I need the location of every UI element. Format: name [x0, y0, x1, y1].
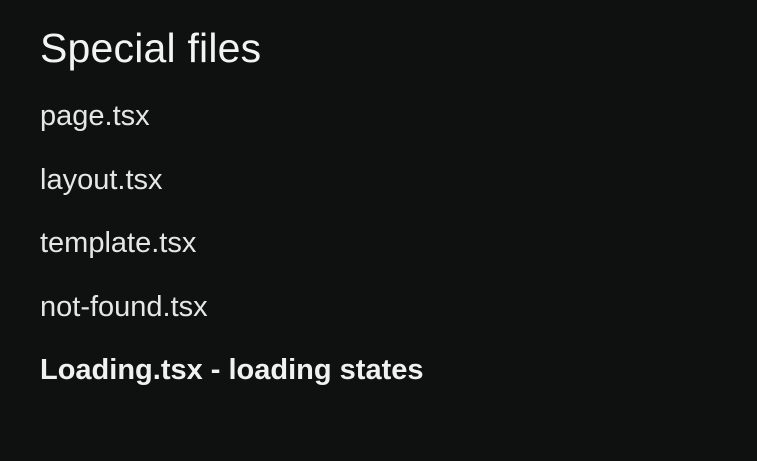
list-item-layout-tsx[interactable]: layout.tsx — [40, 163, 717, 197]
special-files-list: page.tsx layout.tsx template.tsx not-fou… — [40, 99, 717, 387]
list-item-not-found-tsx[interactable]: not-found.tsx — [40, 290, 717, 324]
page-container: Special files page.tsx layout.tsx templa… — [0, 0, 757, 461]
list-item-template-tsx[interactable]: template.tsx — [40, 226, 717, 260]
list-item-page-tsx[interactable]: page.tsx — [40, 99, 717, 133]
page-title: Special files — [40, 25, 262, 71]
list-item-loading-tsx-selected[interactable]: Loading.tsx - loading states — [40, 353, 717, 387]
